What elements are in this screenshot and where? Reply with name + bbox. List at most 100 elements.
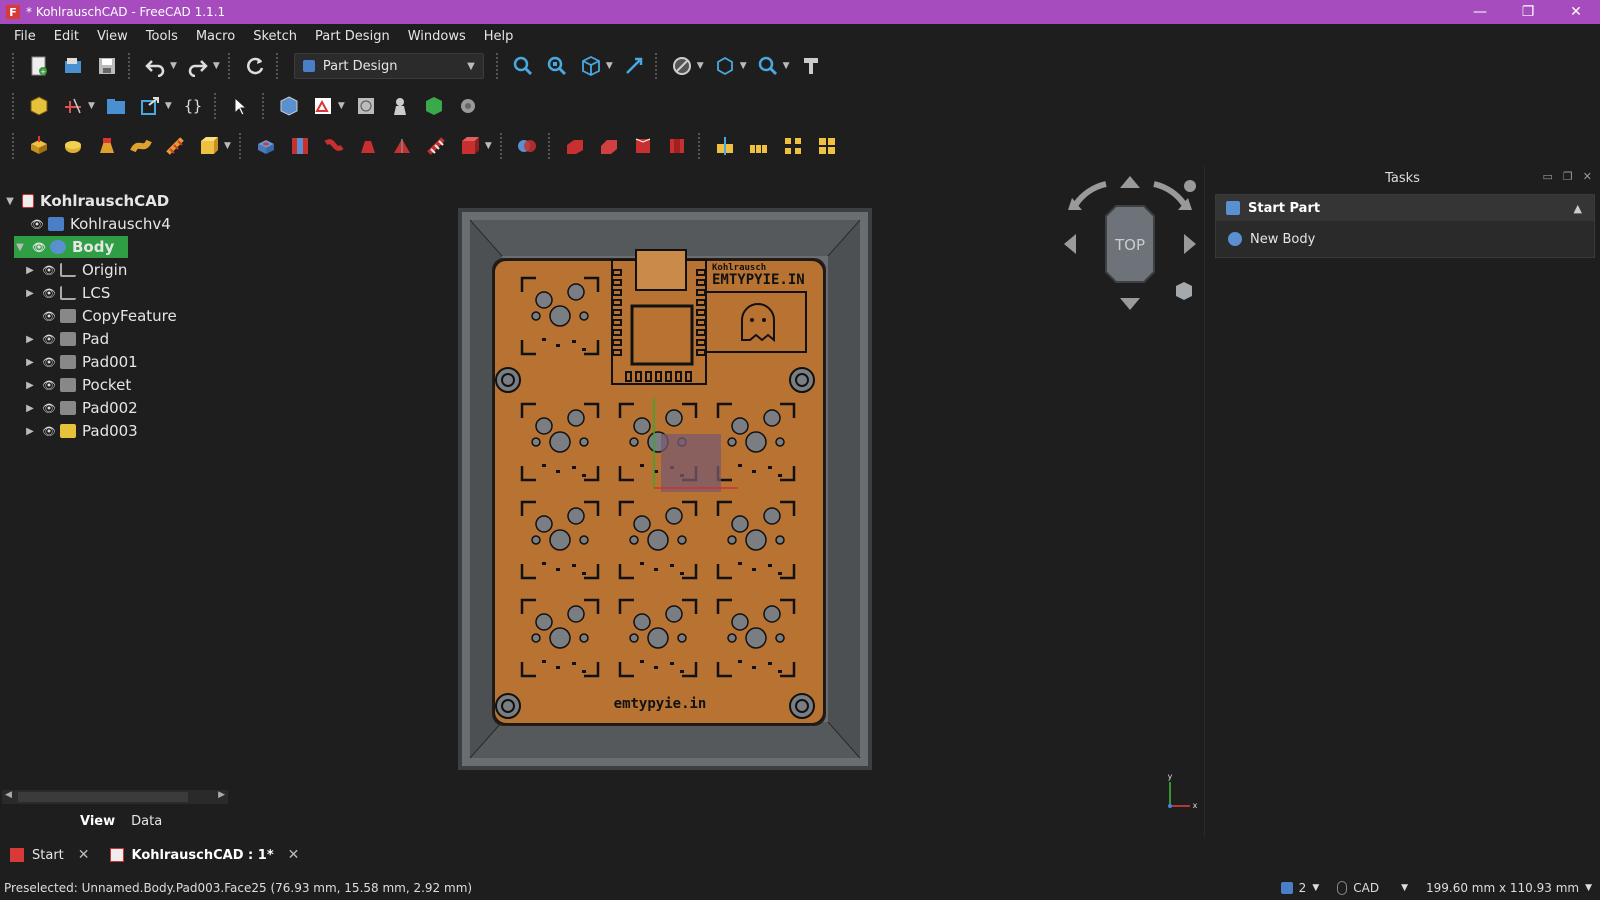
chevron-right-icon[interactable]: ▶ [24,288,36,299]
3d-viewport[interactable]: Kohlrausch EMTYPYIE.IN emtypyie.in [232,166,1200,836]
multi-transform-icon[interactable] [813,132,841,160]
arrow-right-icon[interactable] [1184,234,1196,254]
chevron-down-icon[interactable]: ▼ [338,101,345,111]
task-box-header[interactable]: Start Part ▲ [1216,195,1594,221]
validate-sketch-icon[interactable] [352,92,380,120]
tree-item-copyfeature[interactable]: 👁 CopyFeature [42,305,177,327]
chevron-down-icon[interactable]: ▼ [740,61,747,71]
variable-set-icon[interactable]: {} [179,92,207,120]
save-icon[interactable] [93,52,121,80]
navigation-style-selector[interactable]: CAD ▼ [1337,881,1408,895]
menu-sketch[interactable]: Sketch [245,29,305,44]
chevron-down-icon[interactable]: ▼ [213,61,220,71]
chevron-down-icon[interactable]: ▼ [165,101,172,111]
tree-item-pocket[interactable]: ▶ 👁 Pocket [24,374,131,396]
menu-part-design[interactable]: Part Design [307,29,398,44]
tree-item-pad003[interactable]: ▶ 👁 Pad003 [24,420,138,442]
eye-icon[interactable]: 👁 [42,264,56,277]
toolbar-grip[interactable] [495,53,500,79]
link-icon[interactable] [136,92,164,120]
tree-item-lcs[interactable]: ▶ 👁 LCS [24,282,110,304]
scroll-right-icon[interactable]: ▶ [218,790,225,800]
tree-item-pad[interactable]: ▶ 👁 Pad [24,328,109,350]
tree-item-body[interactable]: ▼ 👁 Body [14,236,129,258]
chevron-right-icon[interactable]: ▶ [24,426,36,437]
check-geometry-icon[interactable] [386,92,414,120]
groove-icon[interactable] [320,132,348,160]
eye-icon[interactable]: 👁 [30,218,44,231]
toolbar-grip[interactable] [227,53,232,79]
toolbar-grip[interactable] [213,93,218,119]
chevron-right-icon[interactable]: ▶ [24,357,36,368]
float-icon[interactable]: ❐ [1563,170,1573,183]
view-menu-icon[interactable] [1184,180,1196,192]
toolbar-grip[interactable] [12,133,16,159]
chevron-down-icon[interactable]: ▼ [170,61,177,71]
mirrored-icon[interactable] [711,132,739,160]
eye-icon[interactable]: 👁 [42,425,56,438]
thickness-icon[interactable] [663,132,691,160]
dock-toggle-icon[interactable]: ▭ [1543,170,1553,183]
toolbar-grip[interactable] [275,53,280,79]
fit-selection-icon[interactable] [543,52,571,80]
minimize-button[interactable]: — [1456,0,1504,24]
eye-icon[interactable]: 👁 [42,379,56,392]
menu-file[interactable]: File [6,29,44,44]
draft-icon[interactable] [629,132,657,160]
toolbar-grip[interactable] [238,133,243,159]
pcb-case-model[interactable]: Kohlrausch EMTYPYIE.IN emtypyie.in [458,208,872,770]
isometric-view-icon[interactable] [577,52,605,80]
subtractive-primitive-icon[interactable] [456,132,484,160]
undo-icon[interactable] [141,52,169,80]
additive-primitive-icon[interactable] [195,132,223,160]
revolution-icon[interactable] [59,132,87,160]
menu-macro[interactable]: Macro [188,29,243,44]
redo-icon[interactable] [184,52,212,80]
create-sketch-icon[interactable] [309,92,337,120]
arrow-up-icon[interactable] [1120,176,1140,188]
create-datum-icon[interactable] [59,92,87,120]
close-panel-icon[interactable]: ✕ [1583,170,1592,183]
measure-icon[interactable] [754,52,782,80]
chevron-down-icon[interactable]: ▼ [606,61,613,71]
arrow-down-icon[interactable] [1120,298,1140,310]
chevron-down-icon[interactable]: ▼ [14,242,26,253]
chevron-right-icon[interactable]: ▶ [24,265,36,276]
subtractive-loft-icon[interactable] [354,132,382,160]
maximize-button[interactable]: ❐ [1504,0,1552,24]
tree-item-pad002[interactable]: ▶ 👁 Pad002 [24,397,138,419]
create-part-icon[interactable] [25,92,53,120]
toolbar-grip[interactable] [697,133,702,159]
chevron-right-icon[interactable]: ▶ [24,334,36,345]
toolbar-grip[interactable] [547,133,552,159]
tab-view[interactable]: View [72,812,123,831]
preselected-face[interactable] [661,434,721,492]
rotate-right-icon[interactable] [1153,181,1187,206]
tab-kohlrauschcad[interactable]: KohlrauschCAD : 1* ✕ [100,840,310,870]
menu-windows[interactable]: Windows [400,29,474,44]
tree-horizontal-scrollbar[interactable]: ◀ ▶ [2,790,228,804]
create-body-icon[interactable] [275,92,303,120]
chamfer-icon[interactable] [595,132,623,160]
boolean-icon[interactable] [513,132,541,160]
chevron-down-icon[interactable]: ▼ [4,196,16,207]
dimension-readout[interactable]: 199.60 mm x 110.93 mm ▼ [1426,881,1592,895]
new-document-icon[interactable]: + [25,52,53,80]
close-tab-icon[interactable]: ✕ [78,847,90,863]
chevron-up-icon[interactable]: ▲ [1574,202,1582,215]
menu-help[interactable]: Help [476,29,522,44]
workbench-selector[interactable]: Part Design ▼ [293,53,484,79]
chevron-right-icon[interactable]: ▶ [24,380,36,391]
open-icon[interactable] [59,52,87,80]
eye-icon[interactable]: 👁 [32,241,46,254]
eye-icon[interactable]: 👁 [42,402,56,415]
tree-item-origin[interactable]: ▶ 👁 Origin [24,259,127,281]
arrow-left-icon[interactable] [1064,234,1076,254]
eye-icon[interactable]: 👁 [42,356,56,369]
tree-item-pad001[interactable]: ▶ 👁 Pad001 [24,351,138,373]
navigation-cube[interactable]: TOP [1060,176,1200,321]
polar-pattern-icon[interactable] [779,132,807,160]
rotate-left-icon[interactable] [1073,181,1107,206]
sync-view-icon[interactable] [620,52,648,80]
whats-this-icon[interactable] [797,52,825,80]
